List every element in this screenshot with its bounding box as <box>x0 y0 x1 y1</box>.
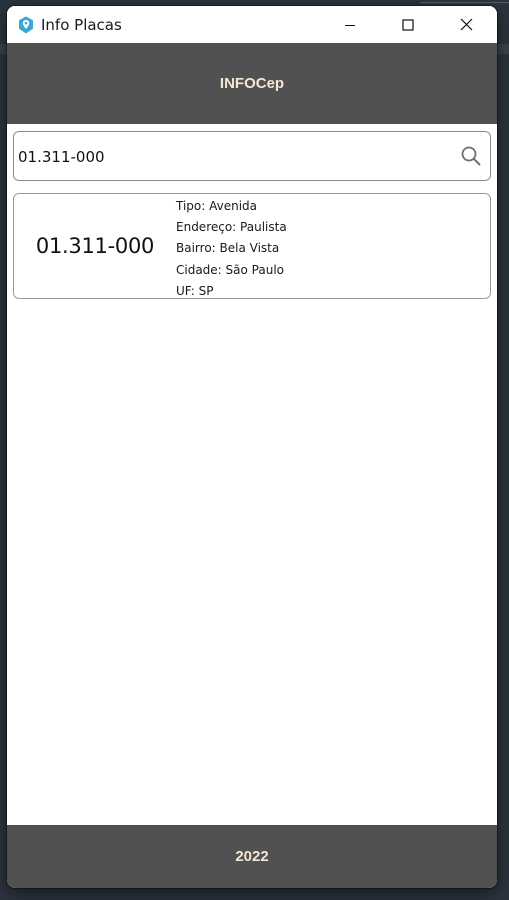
header-title: INFOCep <box>219 75 285 92</box>
detail-tipo: Tipo: Avenida <box>176 199 258 213</box>
detail-cidade: Cidade: São Paulo <box>176 262 284 277</box>
detail-uf: UF: SP <box>176 283 214 298</box>
app-window: Info Placas INFOCep 01.311-000 01.311-00… <box>7 6 497 888</box>
app-header: INFOCep <box>7 43 497 124</box>
search-box <box>13 131 491 181</box>
window-title: Info Placas <box>41 16 122 34</box>
result-cep: 01.311-000 <box>35 234 155 258</box>
detail-bairro: Bairro: Bela Vista <box>176 241 280 256</box>
result-details: Tipo: Avenida Endereço: Paulista Bairro:… <box>176 196 287 302</box>
app-footer: 2022 <box>7 825 497 888</box>
search-input[interactable] <box>18 144 438 170</box>
search-icon[interactable] <box>460 145 482 167</box>
detail-endereco: Endereço: Paulista <box>176 220 287 235</box>
maximize-icon <box>402 18 414 31</box>
title-bar[interactable]: Info Placas <box>7 6 497 43</box>
close-button[interactable] <box>437 6 495 43</box>
close-icon <box>460 18 472 31</box>
footer-year: 2022 <box>235 848 269 865</box>
maximize-button[interactable] <box>379 6 437 43</box>
minimize-button[interactable] <box>321 6 379 43</box>
location-pin-icon <box>18 16 34 34</box>
minimize-icon <box>345 24 355 26</box>
result-card: 01.311-000 Tipo: Avenida Endereço: Pauli… <box>13 193 491 299</box>
desktop-divider <box>420 2 509 3</box>
